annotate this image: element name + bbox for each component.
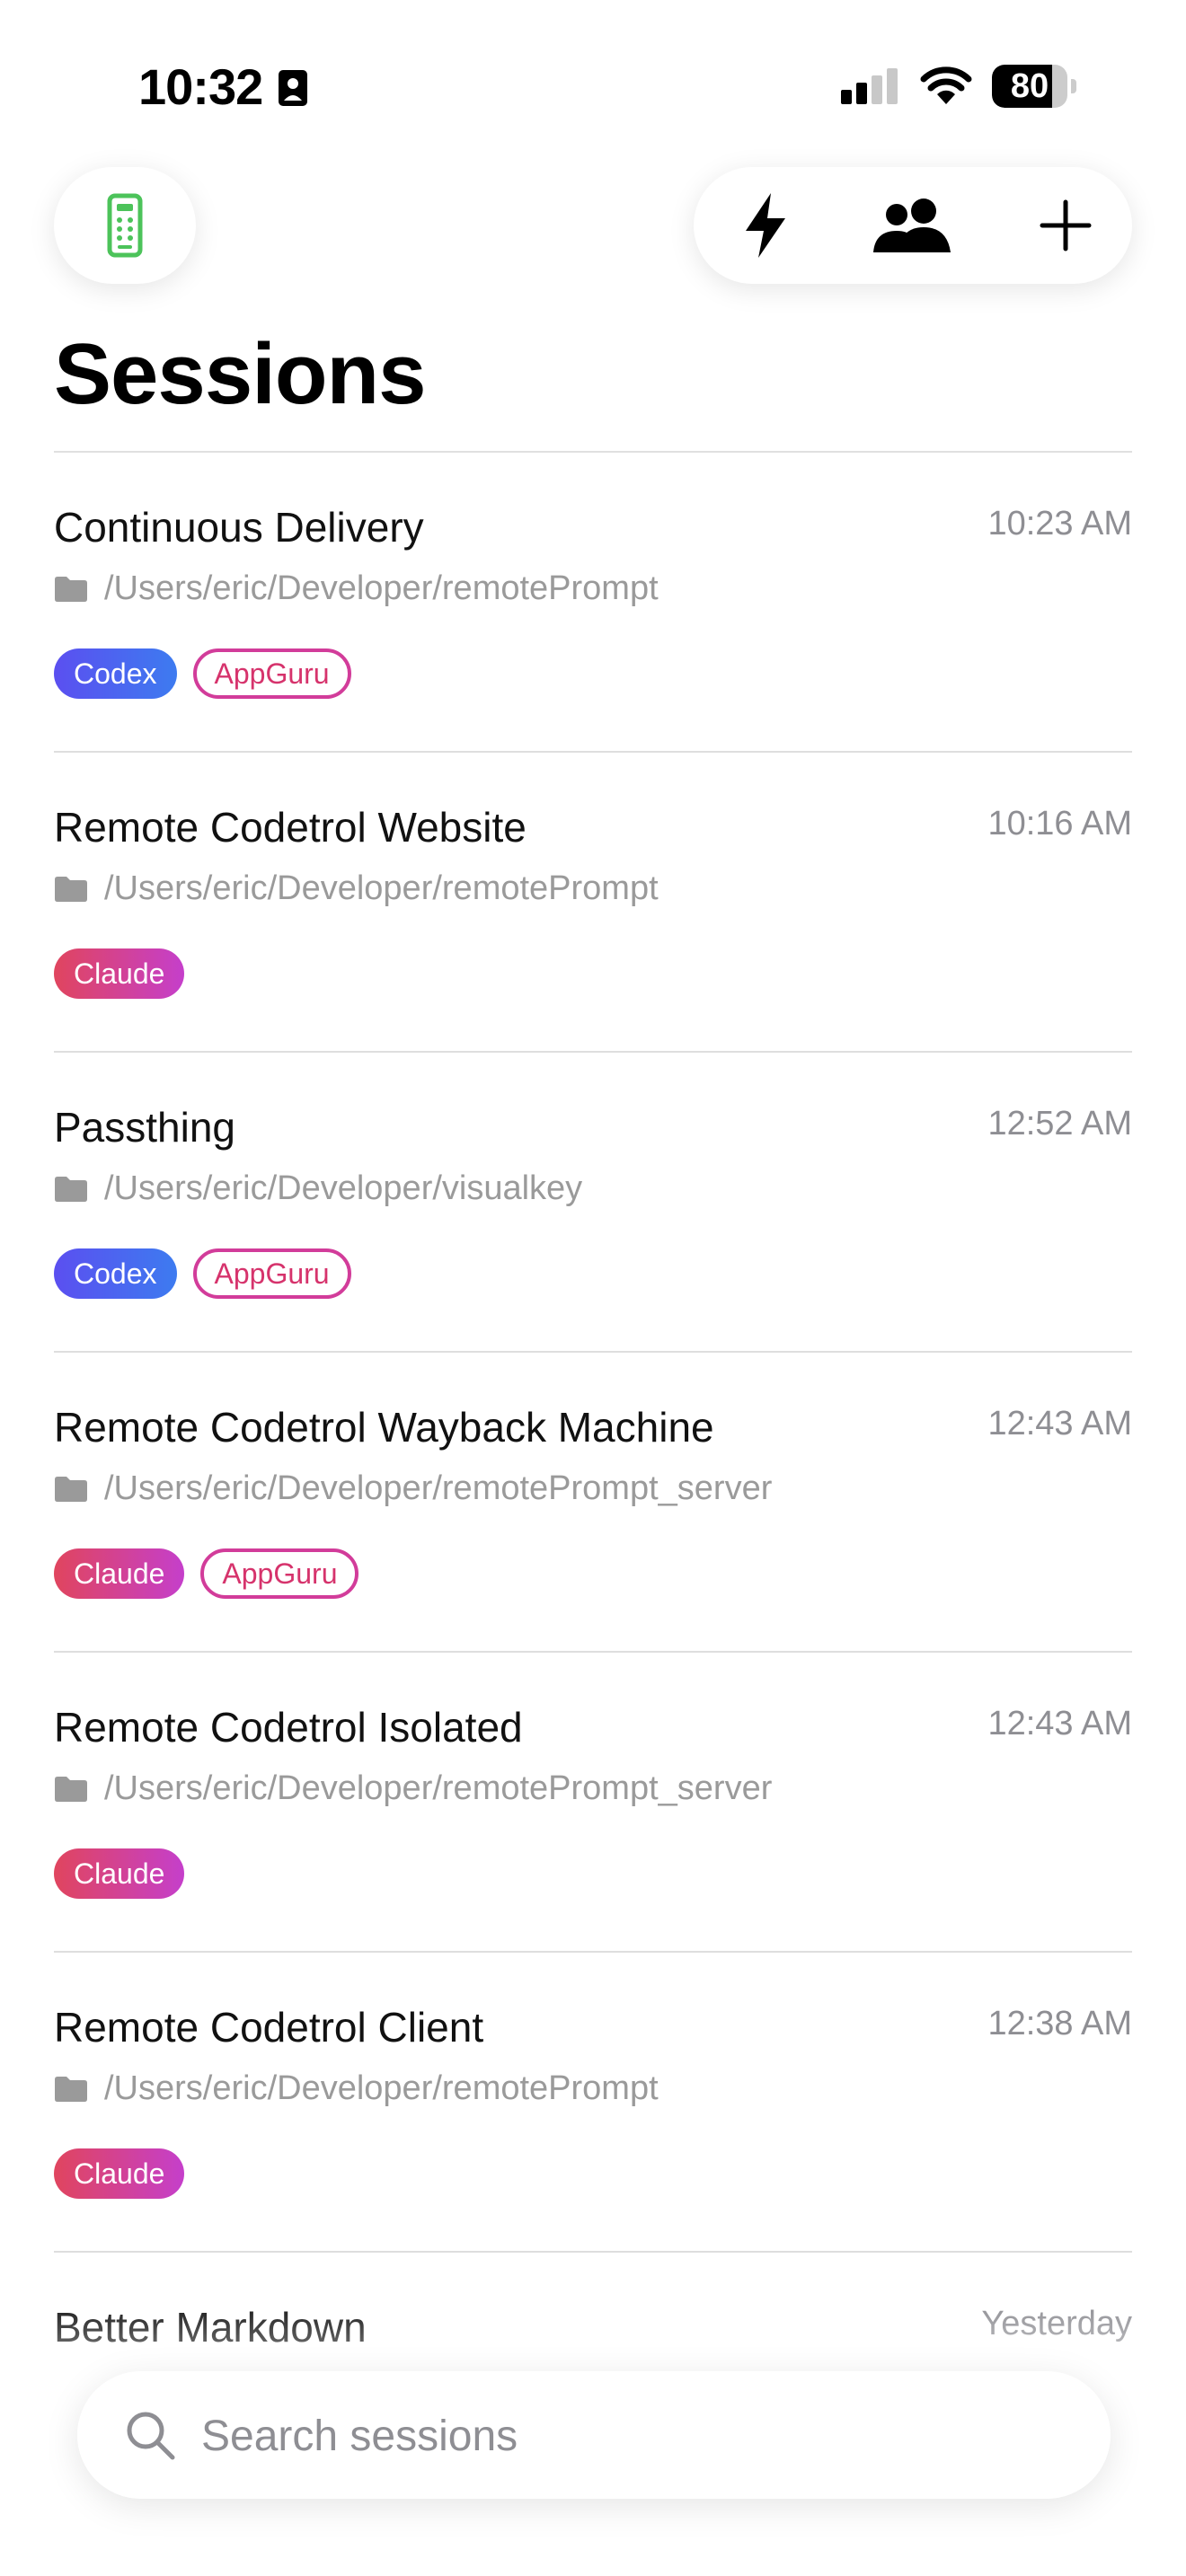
- tag-appguru: AppGuru: [192, 648, 351, 699]
- session-path: /Users/eric/Developer/remotePrompt_serve…: [54, 1769, 772, 1808]
- remote-control-icon: [107, 193, 143, 258]
- session-path: /Users/eric/Developer/remotePrompt_serve…: [54, 1469, 772, 1508]
- session-time: 12:43 AM: [987, 1405, 1132, 1442]
- battery-indicator: 80: [992, 65, 1076, 108]
- tag-claude: Claude: [54, 2148, 185, 2199]
- session-path: /Users/eric/Developer/remotePrompt: [54, 869, 659, 908]
- status-bar: 10:32 80: [0, 0, 1186, 171]
- session-path: /Users/eric/Developer/remotePrompt: [54, 569, 659, 608]
- tag-appguru: AppGuru: [192, 1248, 351, 1299]
- folder-icon: [55, 876, 87, 902]
- session-row[interactable]: Remote Codetrol Website 10:16 AM/Users/er…: [54, 753, 1132, 1053]
- folder-icon: [55, 1176, 87, 1202]
- session-path-text: /Users/eric/Developer/remotePrompt_serve…: [104, 1469, 773, 1507]
- session-tags: Codex AppGuru: [54, 648, 367, 699]
- tag-claude: Claude: [54, 948, 185, 999]
- session-row[interactable]: Remote Codetrol Wayback Machine 12:43 AM /…: [54, 1353, 1132, 1653]
- tag-codex: Codex: [54, 1248, 177, 1299]
- session-title: Remote Codetrol Client: [54, 2004, 484, 2051]
- session-title: Remote Codetrol Wayback Machine: [54, 1404, 714, 1451]
- folder-icon: [55, 2076, 87, 2102]
- session-tags: Claude AppGuru: [54, 1548, 375, 1599]
- session-title: Passthing: [54, 1104, 236, 1151]
- session-row[interactable]: Remote Codetrol Client 12:38 AM/Users/eri…: [54, 1953, 1132, 2253]
- search-bar[interactable]: [77, 2371, 1111, 2499]
- tag-claude: Claude: [54, 1848, 185, 1899]
- session-path-text: /Users/eric/Developer/remotePrompt_serve…: [104, 1769, 773, 1807]
- session-time: 12:38 AM: [987, 2005, 1132, 2042]
- lightning-icon: [746, 193, 785, 258]
- session-tags: Claude: [54, 2148, 200, 2199]
- wifi-icon: [920, 66, 972, 104]
- battery-percent: 80: [1010, 67, 1049, 105]
- page-title: Sessions: [54, 326, 427, 422]
- session-time: 10:23 AM: [987, 505, 1132, 543]
- session-title: Continuous Delivery: [54, 504, 424, 551]
- session-list: Continuous Delivery 10:23 AM/Users/eric/D…: [54, 453, 1132, 2553]
- session-row[interactable]: Passthing 12:52 AM/Users/eric/Developer/v…: [54, 1053, 1132, 1353]
- quick-actions-button[interactable]: [712, 167, 819, 284]
- folder-icon: [55, 576, 87, 602]
- session-path: /Users/eric/Developer/remotePrompt: [54, 2069, 659, 2108]
- session-time: 10:16 AM: [987, 805, 1132, 842]
- cellular-signal-icon: [841, 68, 898, 104]
- session-row[interactable]: Continuous Delivery 10:23 AM/Users/eric/D…: [54, 453, 1132, 753]
- people-button[interactable]: [859, 167, 967, 284]
- tag-codex: Codex: [54, 648, 177, 699]
- session-row[interactable]: Remote Codetrol Isolated 12:43 AM/Users/e…: [54, 1653, 1132, 1953]
- search-icon: [127, 2412, 175, 2460]
- toolbar-actions: [694, 167, 1132, 284]
- tag-appguru: AppGuru: [200, 1548, 359, 1599]
- session-title: Remote Codetrol Website: [54, 804, 527, 851]
- session-path-text: /Users/eric/Developer/remotePrompt: [104, 2069, 659, 2107]
- remote-button[interactable]: [54, 167, 196, 284]
- status-time: 10:32: [138, 58, 263, 115]
- session-tags: Claude: [54, 1848, 200, 1899]
- id-card-icon: [279, 70, 307, 106]
- session-title: Remote Codetrol Isolated: [54, 1704, 523, 1751]
- session-path-text: /Users/eric/Developer/remotePrompt: [104, 569, 659, 607]
- session-path: /Users/eric/Developer/visualkey: [54, 1169, 582, 1208]
- session-tags: Claude: [54, 948, 200, 999]
- session-time: 12:52 AM: [987, 1105, 1132, 1142]
- folder-icon: [55, 1476, 87, 1502]
- session-path-text: /Users/eric/Developer/remotePrompt: [104, 869, 659, 907]
- session-path-text: /Users/eric/Developer/visualkey: [104, 1169, 583, 1207]
- tag-claude: Claude: [54, 1548, 185, 1599]
- session-tags: Codex AppGuru: [54, 1248, 367, 1299]
- search-input[interactable]: [199, 2398, 1066, 2474]
- people-icon: [873, 198, 951, 252]
- new-session-button[interactable]: [1012, 167, 1120, 284]
- session-time: 12:43 AM: [987, 1705, 1132, 1742]
- folder-icon: [55, 1776, 87, 1802]
- plus-icon: [1040, 199, 1092, 251]
